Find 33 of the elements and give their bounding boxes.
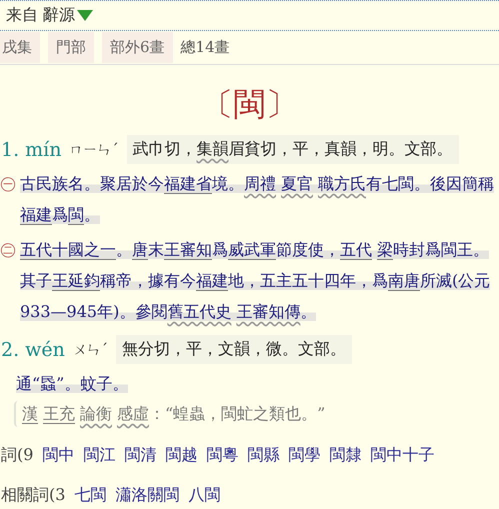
word-link[interactable]: 閩越: [165, 444, 198, 466]
category-tag: 部外6畫: [102, 32, 173, 63]
definition-text: 古民族名。聚居於今福建省境。周禮 夏官 職方氏有七閩。後因簡稱 福建爲閩。: [20, 173, 495, 226]
word-link[interactable]: 閩中十子: [370, 444, 434, 466]
sense-pinyin: 1. mín: [1, 138, 62, 160]
zhuyin: ㄨㄣˊ: [72, 340, 108, 358]
word-link[interactable]: 閩隸: [329, 444, 362, 466]
quotation-text: 漢 王充 論衡 感虛：“蝗蟲，閩虻之類也。”: [22, 403, 326, 425]
word-link[interactable]: 閩清: [124, 444, 156, 466]
word-list-label: 詞(9: [1, 444, 34, 466]
category-tag: 戌集: [0, 32, 40, 63]
word-link[interactable]: 七閩: [74, 484, 106, 506]
zhuyin: ㄇㄧㄣˊ: [70, 140, 118, 158]
word-link[interactable]: 瀟洛關閩: [115, 484, 180, 506]
word-link[interactable]: 閩粵: [206, 444, 238, 466]
definition-text: 五代十國之一。唐末王審知爲威武軍節度使，五代 梁時封爲閩王。其子王延鈞稱帝，據有今福建地，五主五十四年，爲南唐所滅(公元933—945年)。參閱舊五代史 王審知傳。: [20, 239, 492, 323]
word-link[interactable]: 閩學: [288, 444, 320, 466]
word-link[interactable]: 閩縣: [247, 444, 280, 466]
category-tag: 門部: [48, 32, 94, 63]
word-link[interactable]: 閩中: [42, 444, 74, 466]
definition-text: 通“蟁”。蚊子。: [16, 373, 128, 395]
sense-pinyin: 2. wén: [1, 338, 65, 360]
sense-marker: ㊁: [0, 239, 17, 261]
word-link[interactable]: 八閩: [188, 484, 220, 506]
dropdown-icon[interactable]: [77, 10, 94, 21]
word-link[interactable]: 閩江: [83, 444, 116, 466]
stroke-count: 總14畫: [180, 38, 230, 57]
fanqie-text: 無分切，平，文韻，微。文部。: [116, 335, 352, 364]
sense-marker: ㊀: [0, 173, 17, 195]
word-list-label: 相關詞(3: [1, 484, 66, 506]
headword: 〔閩〕: [202, 85, 298, 123]
source-label: 来自 辭源: [6, 5, 76, 26]
fanqie-text: 武巾切，集韻眉貧切，平，真韻，明。文部。: [126, 135, 458, 164]
